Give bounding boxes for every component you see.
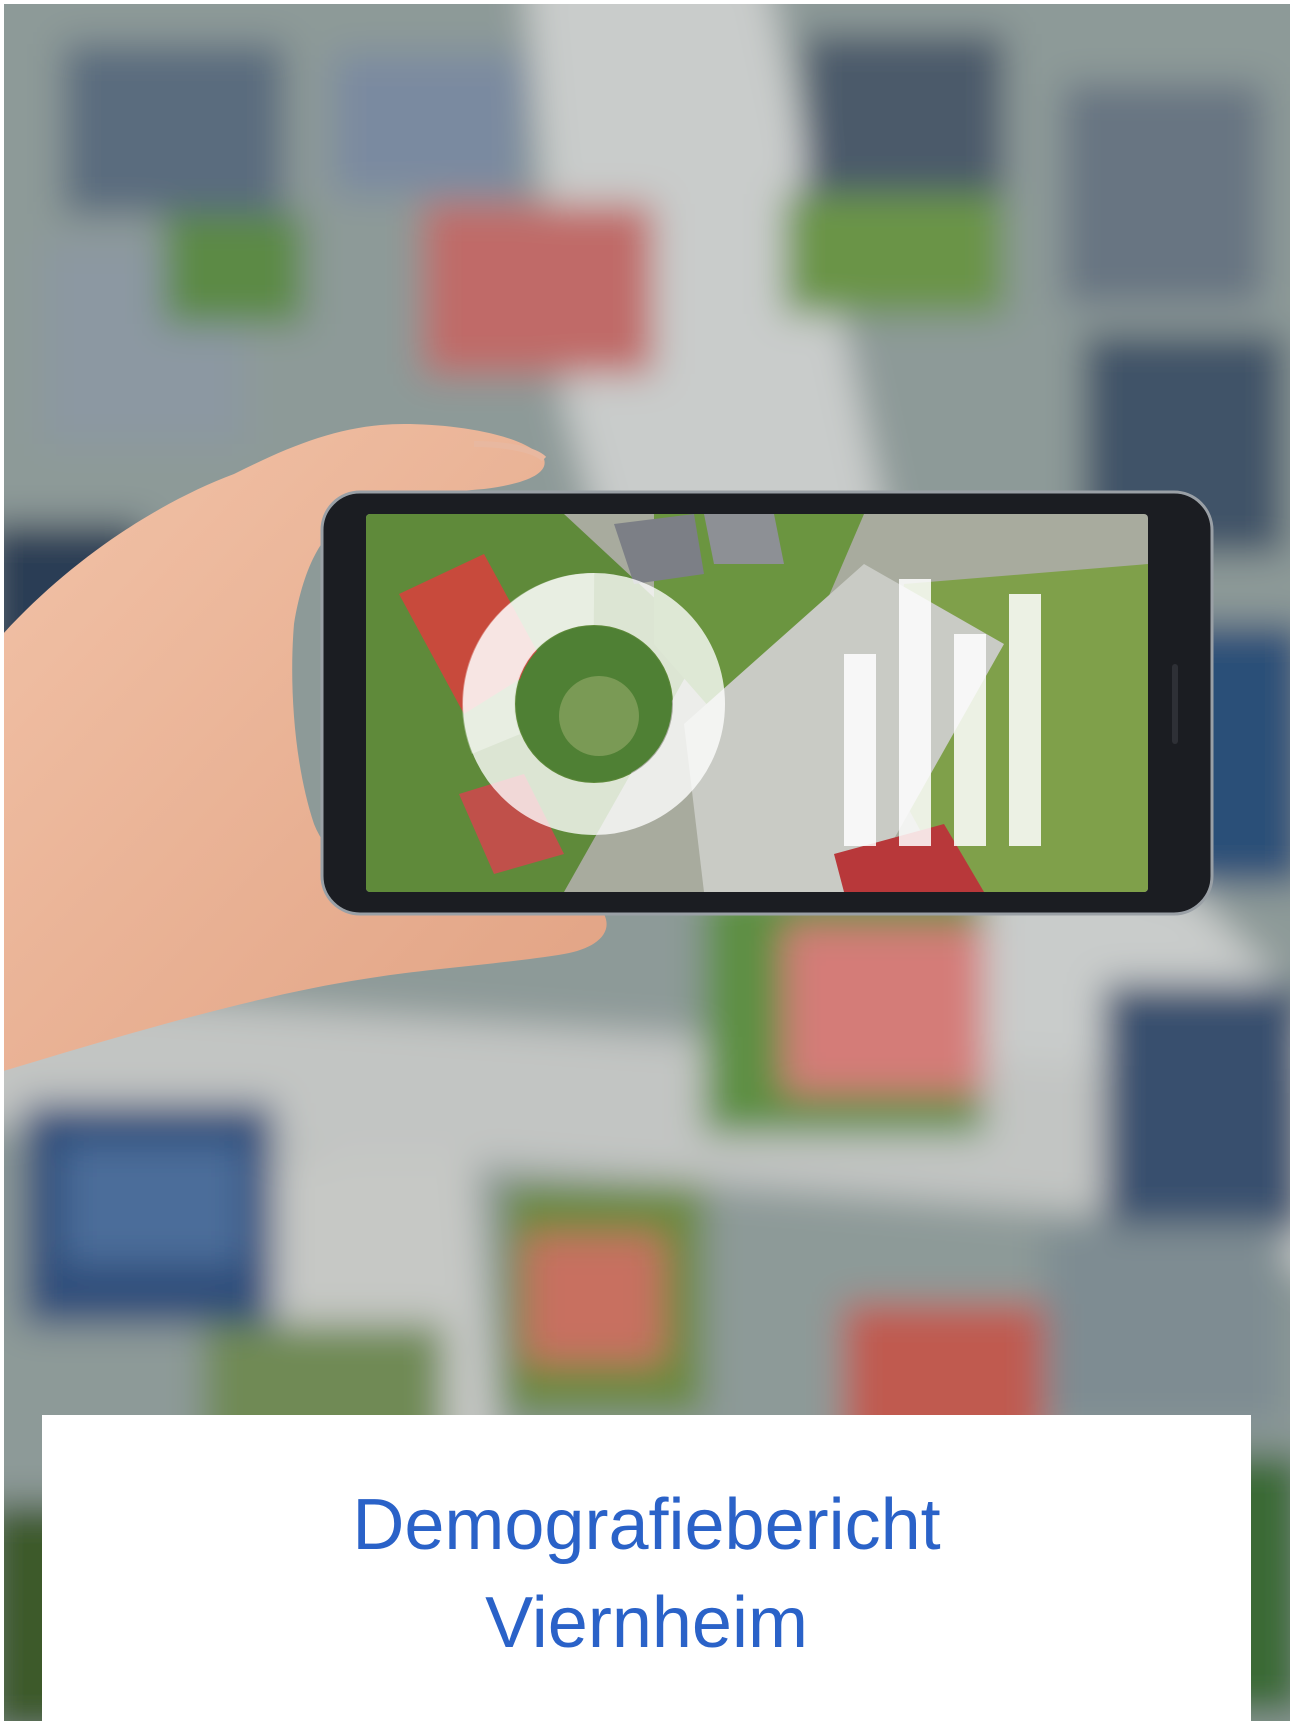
report-cover-page: Demografiebericht Viernheim bbox=[0, 0, 1294, 1721]
report-title-line-1: Demografiebericht bbox=[352, 1485, 941, 1565]
title-box: Demografiebericht Viernheim bbox=[42, 1415, 1251, 1721]
report-title-line-2: Viernheim bbox=[485, 1583, 808, 1663]
